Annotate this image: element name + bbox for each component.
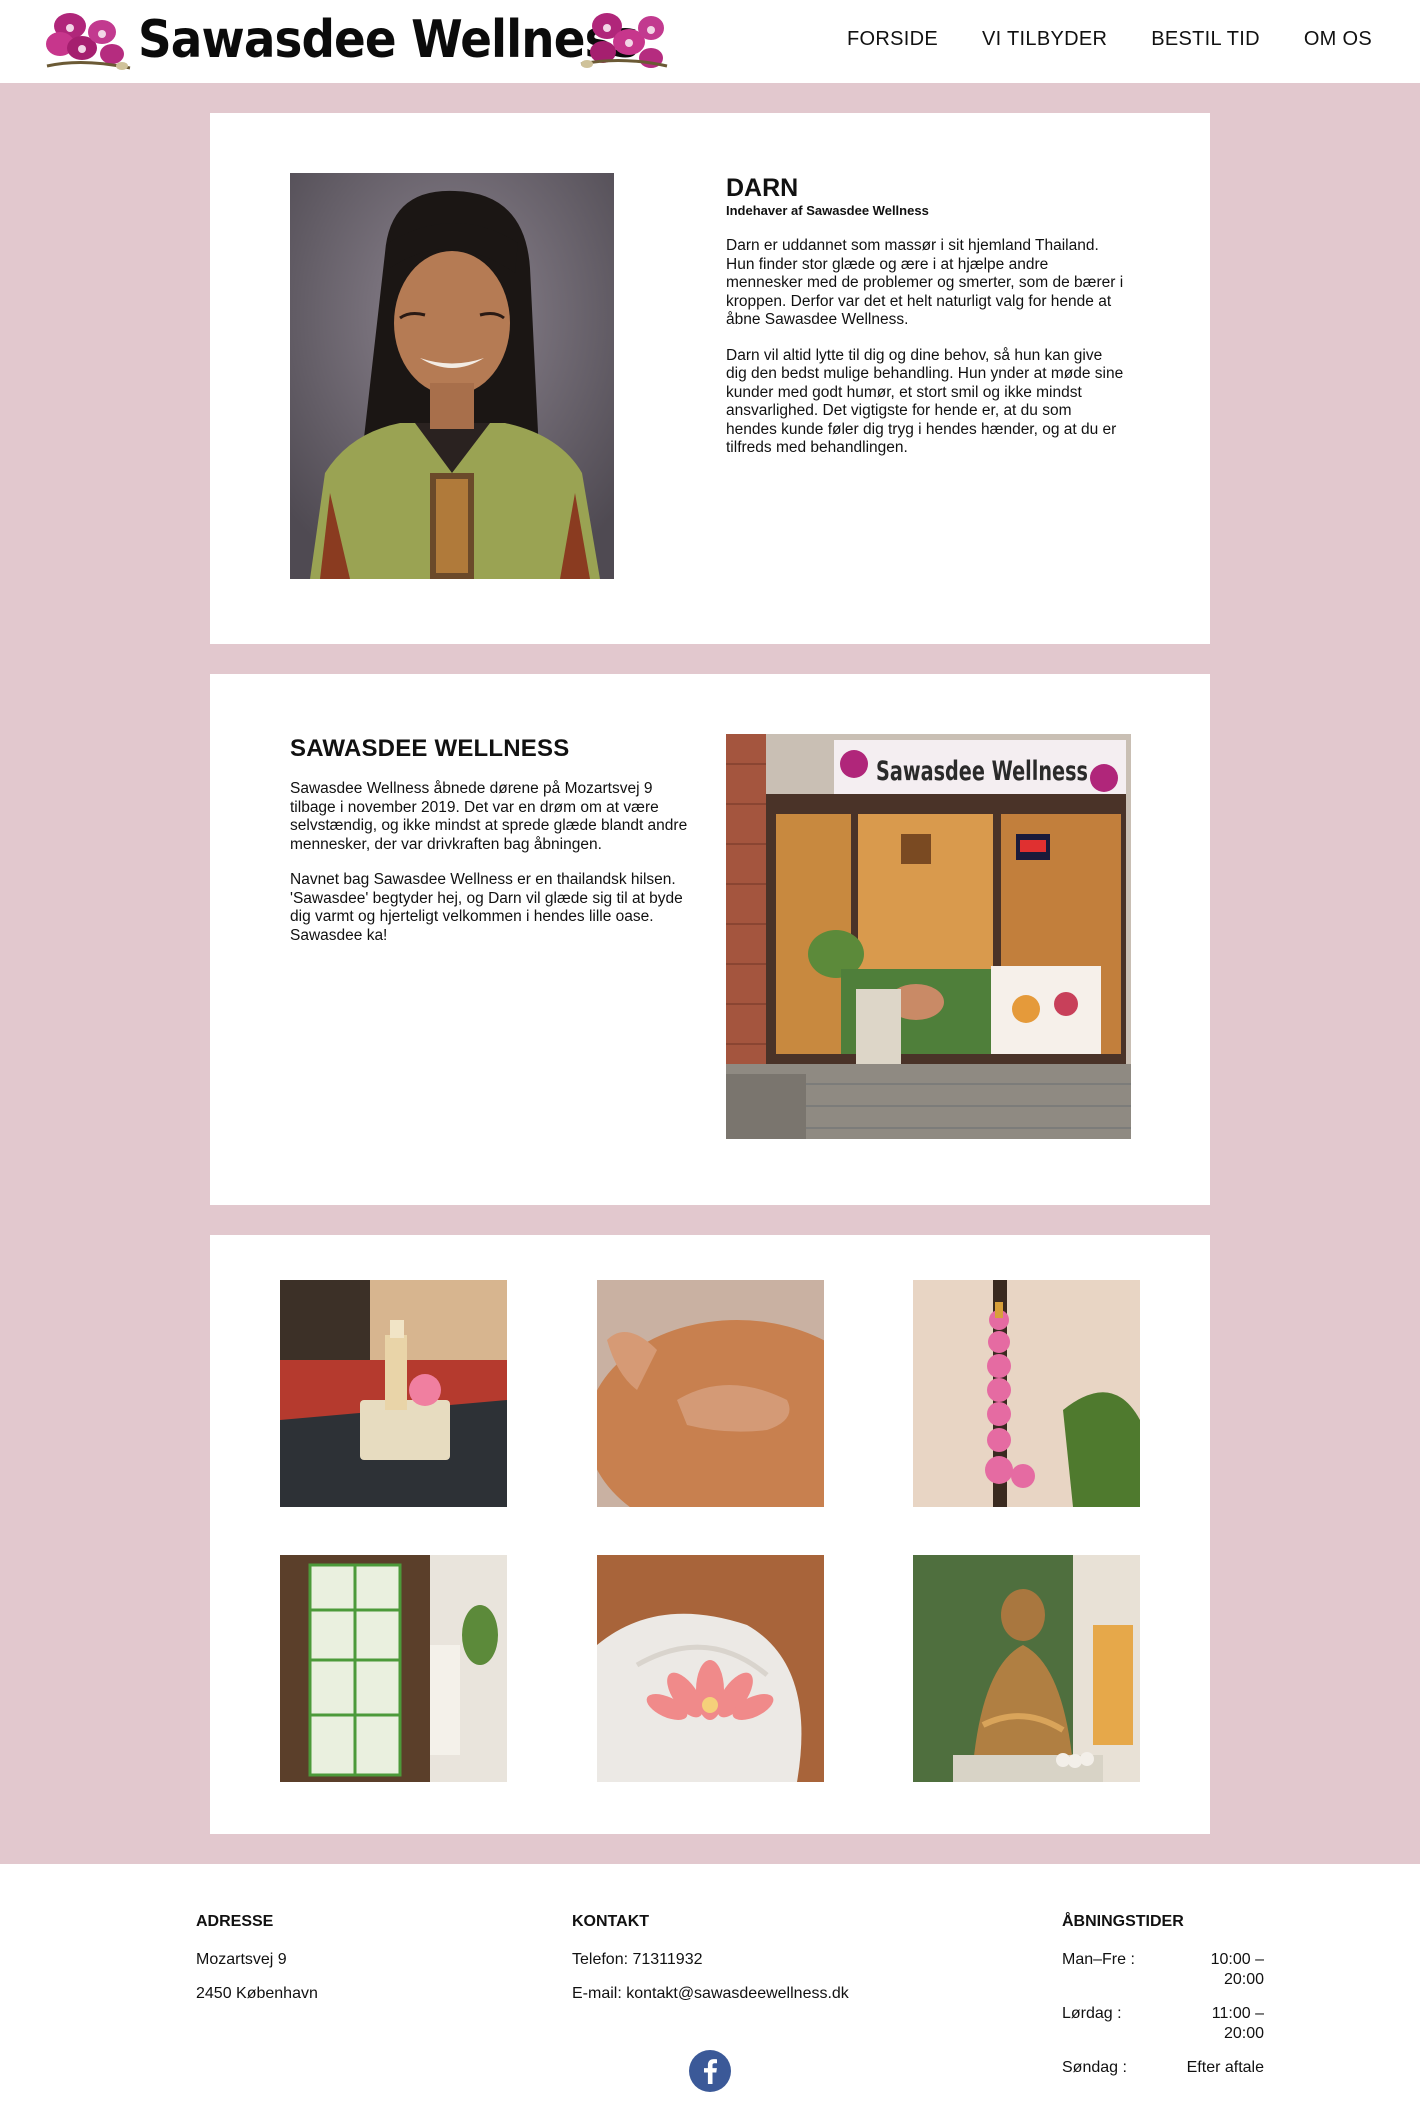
about-text: SAWASDEE WELLNESS Sawasdee Wellness åbne… <box>290 734 690 962</box>
orchid-icon <box>580 13 668 68</box>
hours-day: Man–Fre : <box>1062 1951 1135 1968</box>
footer-contact-heading: KONTAKT <box>572 1913 650 1930</box>
hours-row: Søndag : Efter aftale <box>1062 2058 1264 2078</box>
footer-email[interactable]: E-mail: kontakt@sawasdeewellness.dk <box>572 1984 849 2004</box>
hours-day: Søndag : <box>1062 2059 1127 2076</box>
footer-hours-heading: ÅBNINGSTIDER <box>1062 1913 1184 1930</box>
footer-address: ADRESSE Mozartsvej 9 2450 København <box>196 1912 318 2018</box>
hours-time: 11:00 – 20:00 <box>1211 2005 1264 2042</box>
shop-photo: Sawasdee Wellness <box>726 734 1131 1139</box>
hours-row: Man–Fre : 10:00 – 20:00 <box>1062 1950 1264 1990</box>
site-header: Sawasdee Wellness FORSIDE VI TILBYDER BE… <box>0 0 1420 83</box>
footer-street: Mozartsvej 9 <box>196 1951 287 1968</box>
logo-text: Sawasdee Wellness <box>138 10 639 70</box>
about-title: SAWASDEE WELLNESS <box>290 735 570 762</box>
footer-city: 2450 København <box>196 1985 318 2002</box>
gallery-image-massage[interactable] <box>597 1280 824 1507</box>
hours-time: 10:00 – 20:00 <box>1210 1951 1264 1988</box>
owner-name: DARN <box>726 174 799 202</box>
footer-hours: ÅBNINGSTIDER Man–Fre : 10:00 – 20:00 Lør… <box>1062 1912 1264 2092</box>
footer-contact: KONTAKT Telefon: 71311932 E-mail: kontak… <box>572 1912 849 2018</box>
about-paragraph: Navnet bag Sawasdee Wellness er en thail… <box>290 871 683 944</box>
footer-phone[interactable]: Telefon: 71311932 <box>572 1950 849 1970</box>
gallery-image-soap[interactable] <box>280 1280 507 1507</box>
gallery-image-buddha[interactable] <box>913 1555 1140 1782</box>
main-nav: FORSIDE VI TILBYDER BESTIL TID OM OS <box>847 28 1372 51</box>
gallery-image-garland[interactable] <box>913 1280 1140 1507</box>
owner-subtitle: Indehaver af Sawasdee Wellness <box>726 203 929 218</box>
gallery-image-balm-boxes[interactable] <box>280 1555 507 1782</box>
gallery-image-towel-lotus[interactable] <box>597 1555 824 1782</box>
hours-time: Efter aftale <box>1186 2059 1264 2076</box>
facebook-icon[interactable] <box>689 2050 731 2092</box>
footer-address-heading: ADRESSE <box>196 1913 274 1930</box>
owner-card: DARN Indehaver af Sawasdee Wellness Darn… <box>210 113 1210 644</box>
site-footer: ADRESSE Mozartsvej 9 2450 København KONT… <box>0 1864 1420 2127</box>
owner-paragraph: Darn er uddannet som massør i sit hjemla… <box>726 237 1124 328</box>
hours-row: Lørdag : 11:00 – 20:00 <box>1062 2004 1264 2044</box>
nav-vi-tilbyder[interactable]: VI TILBYDER <box>982 28 1107 51</box>
about-paragraph: Sawasdee Wellness åbnede dørene på Mozar… <box>290 780 688 853</box>
shop-sign: Sawasdee Wellness <box>876 756 1088 787</box>
nav-om-os[interactable]: OM OS <box>1304 28 1372 51</box>
orchid-icon <box>46 13 131 70</box>
owner-bio: DARN Indehaver af Sawasdee Wellness Darn… <box>726 173 1126 475</box>
hours-day: Lørdag : <box>1062 2005 1122 2022</box>
nav-bestil-tid[interactable]: BESTIL TID <box>1151 28 1260 51</box>
gallery-card <box>210 1235 1210 1834</box>
owner-photo <box>290 173 614 579</box>
nav-forside[interactable]: FORSIDE <box>847 28 938 51</box>
about-card: SAWASDEE WELLNESS Sawasdee Wellness åbne… <box>210 674 1210 1205</box>
site-logo[interactable]: Sawasdee Wellness <box>42 6 672 76</box>
owner-paragraph: Darn vil altid lytte til dig og dine beh… <box>726 346 1124 457</box>
